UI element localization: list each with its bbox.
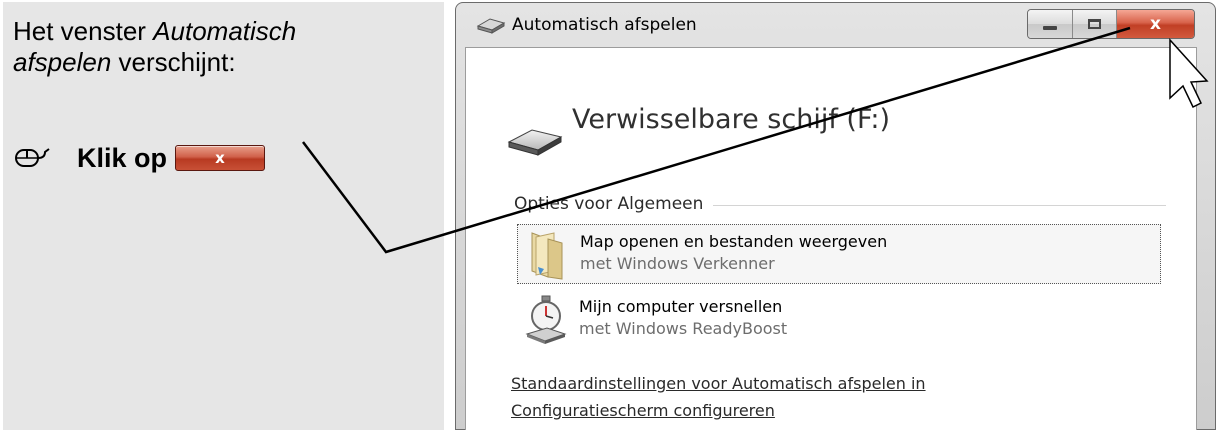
option-open-folder[interactable]: Map openen en bestanden weergeven met Wi… [517, 224, 1161, 284]
close-button-illustration: x [175, 145, 266, 171]
title-bar[interactable]: Automatisch afspelen x [456, 3, 1215, 47]
instruction-text: Het venster Automatisch afspelen verschi… [13, 16, 433, 78]
minimize-button[interactable] [1028, 10, 1074, 38]
mouse-icon [15, 148, 50, 167]
autoplay-settings-link[interactable]: Standaardinstellingen voor Automatisch a… [511, 370, 1031, 424]
step-label: Klik op [77, 142, 168, 173]
option-title: Mijn computer versnellen [579, 297, 783, 316]
instruction-step: Klik op x [15, 138, 266, 178]
close-glyph: x [215, 149, 225, 167]
window-content: Verwisselbare schijf (F:) Opties voor Al… [465, 47, 1197, 430]
window-title: Automatisch afspelen [512, 15, 697, 35]
settings-link-line1[interactable]: Standaardinstellingen voor Automatisch a… [511, 374, 926, 393]
maximize-icon [1088, 19, 1102, 29]
removable-drive-icon [507, 129, 563, 156]
option-readyboost[interactable]: Mijn computer versnellen met Windows Rea… [517, 290, 1161, 350]
group-label: Opties voor Algemeen [514, 194, 704, 214]
divider [444, 0, 455, 430]
settings-link-line2[interactable]: Configuratiescherm configureren [511, 401, 775, 420]
maximize-button[interactable] [1073, 10, 1117, 38]
window-buttons: x [1027, 9, 1195, 39]
minimize-icon [1043, 26, 1058, 30]
instruction-panel: Het venster Automatisch afspelen verschi… [3, 2, 444, 430]
instruction-italic-part: afspelen [13, 47, 112, 77]
autoplay-window: Automatisch afspelen x Verwisselbare sch… [455, 2, 1216, 430]
drive-icon [476, 18, 506, 34]
instruction-text-part: Het venster [13, 16, 154, 46]
instruction-text-part: verschijnt: [111, 47, 236, 77]
option-subtitle: met Windows Verkenner [580, 254, 775, 273]
close-button[interactable]: x [1116, 10, 1194, 38]
close-icon: x [1149, 14, 1161, 34]
option-subtitle: met Windows ReadyBoost [579, 319, 788, 338]
option-title: Map openen en bestanden weergeven [580, 232, 888, 251]
stopwatch-icon [525, 295, 567, 344]
device-name: Verwisselbare schijf (F:) [572, 104, 891, 135]
group-separator [713, 204, 1166, 206]
options-group-header: Opties voor Algemeen [514, 192, 1166, 216]
folder-icon [531, 232, 563, 280]
instruction-italic-part: Automatisch [153, 16, 297, 46]
